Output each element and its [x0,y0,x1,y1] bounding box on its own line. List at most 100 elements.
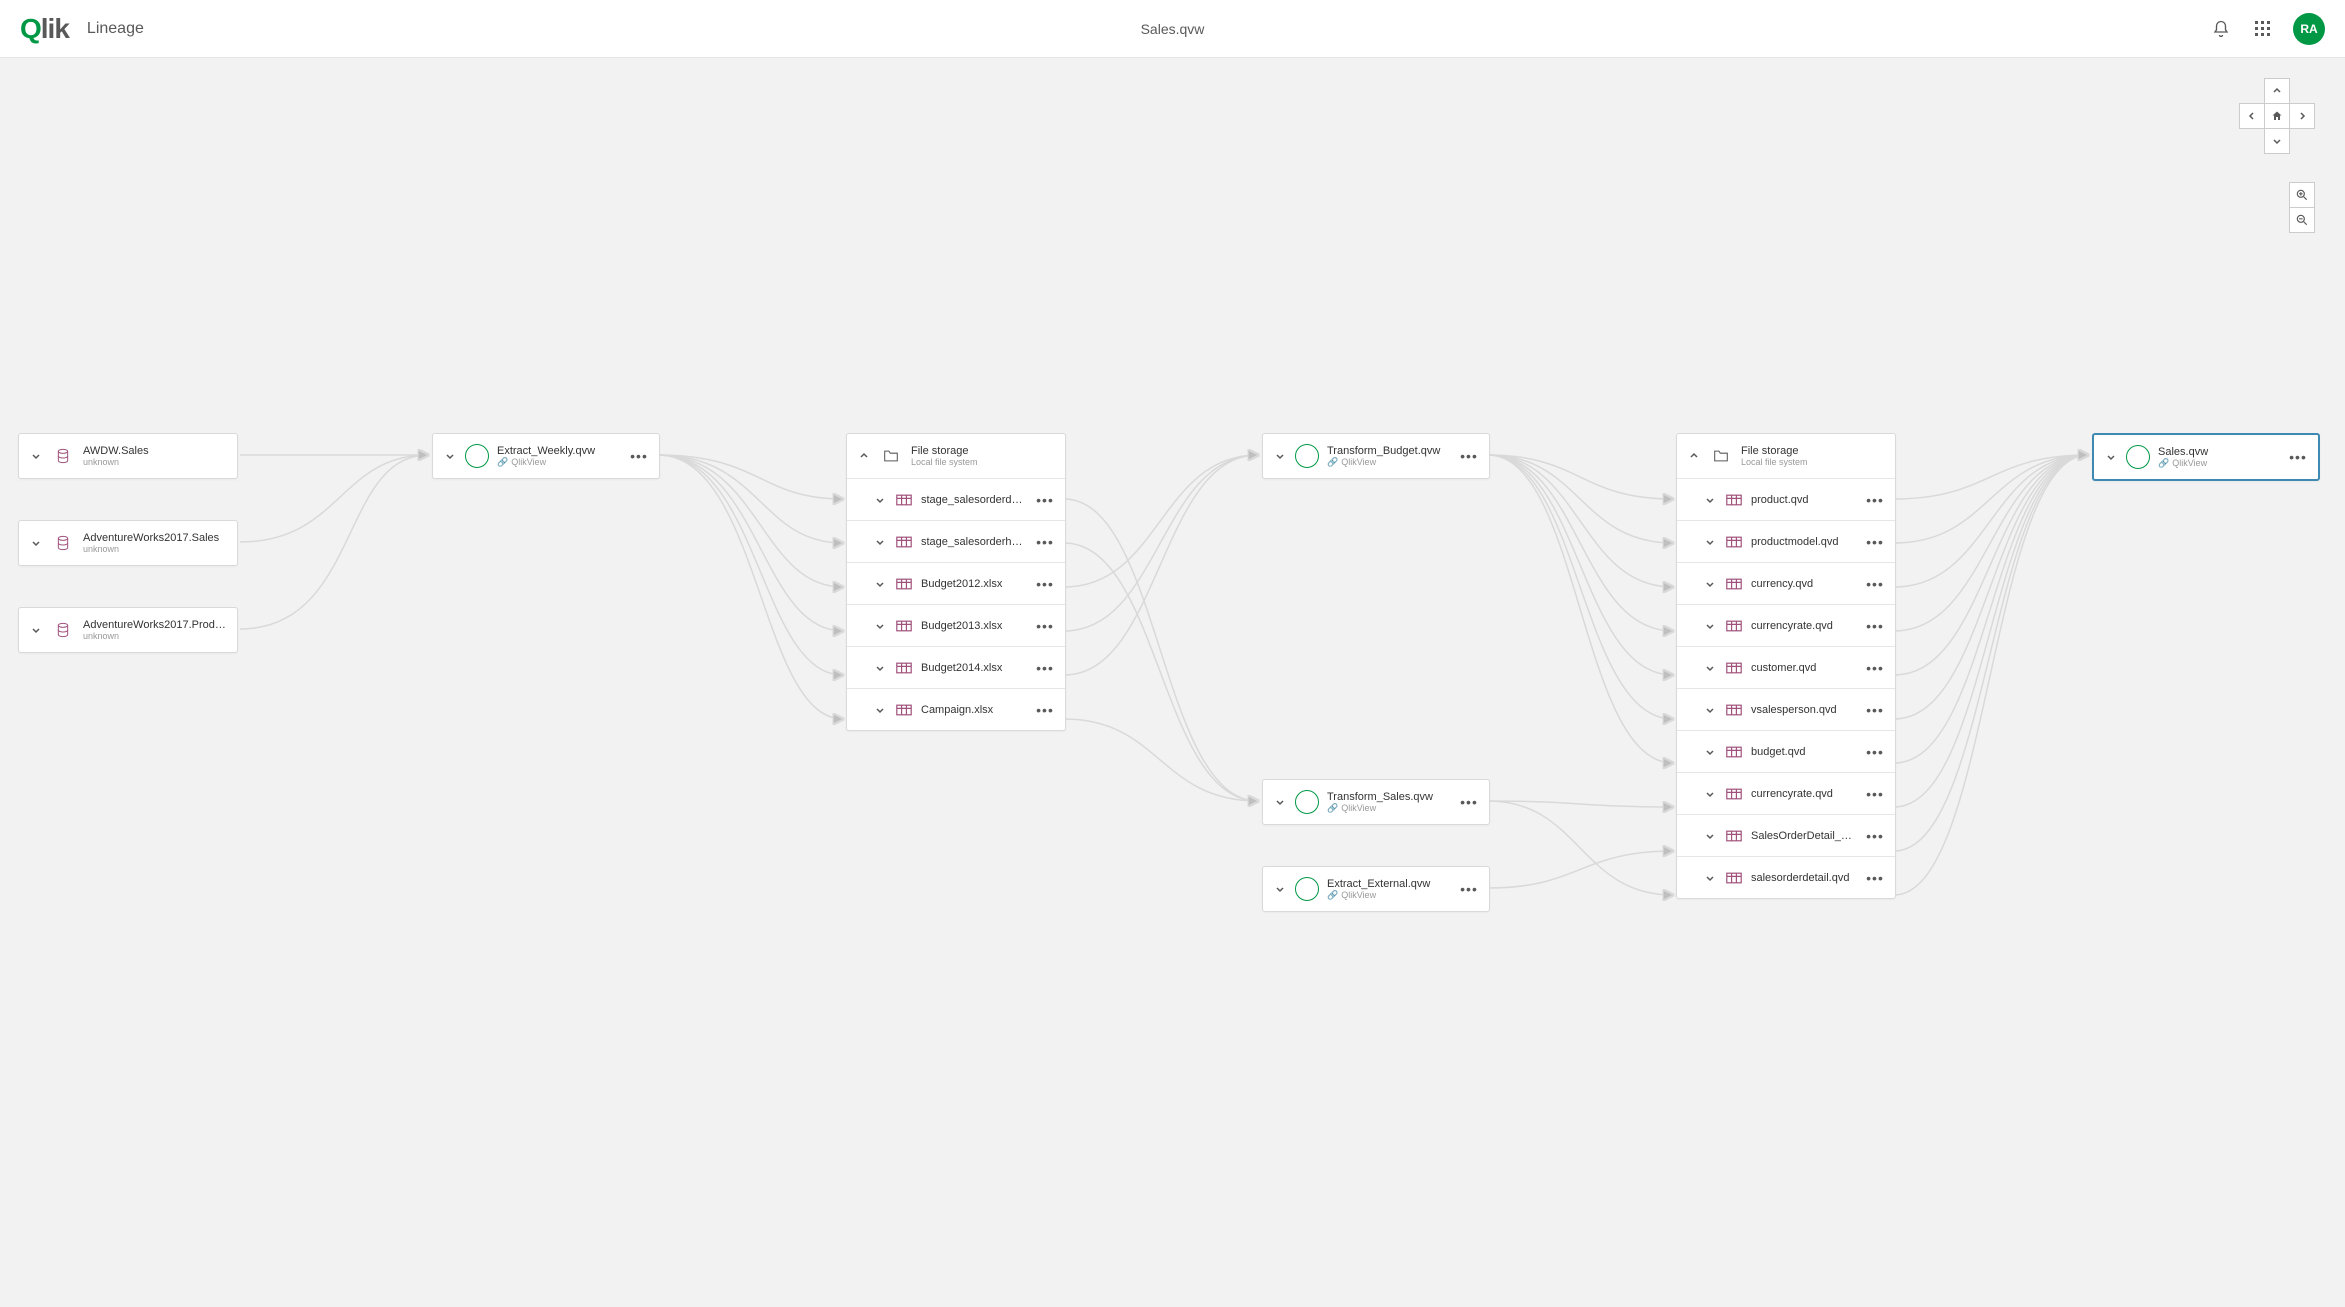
qlikview-app-icon [465,444,489,468]
nav-right-button[interactable] [2289,103,2315,129]
file-row[interactable]: currency.qvd••• [1677,562,1895,604]
table-icon [1725,619,1743,633]
file-row[interactable]: Campaign.xlsx••• [847,688,1065,730]
extract-node[interactable]: Extract_Weekly.qvw🔗QlikView ••• [432,433,660,479]
chevron-up-icon[interactable] [1687,449,1701,463]
more-button[interactable]: ••• [1035,660,1055,676]
chevron-down-icon[interactable] [873,577,887,591]
transform-node-0[interactable]: Transform_Budget.qvw🔗QlikView ••• [1262,433,1490,479]
file-row[interactable]: currencyrate.qvd••• [1677,772,1895,814]
file-name: vsalesperson.qvd [1751,704,1857,716]
user-avatar[interactable]: RA [2293,13,2325,45]
more-button[interactable]: ••• [1035,534,1055,550]
chevron-down-icon[interactable] [873,493,887,507]
chevron-down-icon[interactable] [29,536,43,550]
more-button[interactable]: ••• [1865,492,1885,508]
more-button[interactable]: ••• [1865,618,1885,634]
chevron-down-icon[interactable] [29,623,43,637]
more-button[interactable]: ••• [1865,576,1885,592]
chevron-down-icon[interactable] [2104,450,2118,464]
target-node[interactable]: Sales.qvw🔗QlikView ••• [2092,433,2320,481]
table-icon [895,661,913,675]
qlikview-app-icon [2126,445,2150,469]
chevron-down-icon[interactable] [873,535,887,549]
more-button[interactable]: ••• [1459,448,1479,464]
transform-node-2[interactable]: Extract_External.qvw🔗QlikView ••• [1262,866,1490,912]
nav-home-button[interactable] [2264,103,2290,129]
notifications-icon[interactable] [2209,17,2233,41]
connection-layer [0,58,2345,1307]
chevron-down-icon[interactable] [1703,745,1717,759]
chevron-down-icon[interactable] [1703,535,1717,549]
more-button[interactable]: ••• [1459,794,1479,810]
nav-up-button[interactable] [2264,78,2290,104]
chevron-down-icon[interactable] [1703,829,1717,843]
storage2-node[interactable]: File storageLocal file system product.qv… [1676,433,1896,899]
more-button[interactable]: ••• [1035,702,1055,718]
more-button[interactable]: ••• [1865,786,1885,802]
chevron-up-icon[interactable] [857,449,871,463]
more-button[interactable]: ••• [2288,449,2308,465]
lineage-canvas[interactable]: AWDW.Salesunknown AdventureWorks2017.Sal… [0,58,2345,1307]
chevron-down-icon[interactable] [1703,661,1717,675]
file-row[interactable]: Budget2014.xlsx••• [847,646,1065,688]
storage1-node[interactable]: File storageLocal file system stage_sale… [846,433,1066,731]
node-title: AWDW.Sales [83,445,227,457]
file-row[interactable]: salesorderdetail.qvd••• [1677,856,1895,898]
source-node-1[interactable]: AdventureWorks2017.Salesunknown [18,520,238,566]
more-button[interactable]: ••• [1865,744,1885,760]
chevron-down-icon[interactable] [1703,871,1717,885]
file-row[interactable]: stage_salesorderhead...••• [847,520,1065,562]
file-row[interactable]: product.qvd••• [1677,478,1895,520]
file-row[interactable]: productmodel.qvd••• [1677,520,1895,562]
chevron-down-icon[interactable] [29,449,43,463]
file-name: stage_salesorderdetail... [921,494,1027,506]
more-button[interactable]: ••• [1865,870,1885,886]
file-row[interactable]: Budget2012.xlsx••• [847,562,1065,604]
file-row[interactable]: customer.qvd ••• [1677,646,1895,688]
chevron-down-icon[interactable] [1273,882,1287,896]
more-button[interactable]: ••• [1865,828,1885,844]
link-icon: 🔗 [2158,458,2169,469]
zoom-in-button[interactable] [2289,182,2315,208]
chevron-down-icon[interactable] [1703,493,1717,507]
node-subtitle: 🔗QlikView [2158,458,2280,469]
more-button[interactable]: ••• [1459,881,1479,897]
source-node-2[interactable]: AdventureWorks2017.Produ...unknown [18,607,238,653]
chevron-down-icon[interactable] [873,703,887,717]
chevron-down-icon[interactable] [1703,577,1717,591]
more-button[interactable]: ••• [629,448,649,464]
file-row[interactable]: stage_salesorderdetail... ••• [847,478,1065,520]
chevron-down-icon[interactable] [1703,703,1717,717]
chevron-down-icon[interactable] [1703,787,1717,801]
node-subtitle: Local file system [1741,457,1885,467]
chevron-down-icon[interactable] [1273,449,1287,463]
file-row[interactable]: SalesOrderDetail_202... ••• [1677,814,1895,856]
chevron-down-icon[interactable] [873,661,887,675]
page-title: Lineage [87,20,144,38]
file-row[interactable]: Budget2013.xlsx••• [847,604,1065,646]
file-row[interactable]: budget.qvd••• [1677,730,1895,772]
more-button[interactable]: ••• [1865,534,1885,550]
chevron-down-icon[interactable] [1273,795,1287,809]
source-node-0[interactable]: AWDW.Salesunknown [18,433,238,479]
file-name: customer.qvd [1751,662,1857,674]
nav-down-button[interactable] [2264,128,2290,154]
file-name: SalesOrderDetail_202... [1751,830,1857,842]
more-button[interactable]: ••• [1035,576,1055,592]
nav-pad [2239,78,2315,154]
node-subtitle: 🔗QlikView [1327,890,1451,901]
transform-node-1[interactable]: Transform_Sales.qvw🔗QlikView ••• [1262,779,1490,825]
chevron-down-icon[interactable] [443,449,457,463]
more-button[interactable]: ••• [1035,618,1055,634]
more-button[interactable]: ••• [1865,660,1885,676]
file-row[interactable]: currencyrate.qvd••• [1677,604,1895,646]
nav-left-button[interactable] [2239,103,2265,129]
more-button[interactable]: ••• [1865,702,1885,718]
app-launcher-icon[interactable] [2251,17,2275,41]
zoom-out-button[interactable] [2289,207,2315,233]
more-button[interactable]: ••• [1035,492,1055,508]
chevron-down-icon[interactable] [1703,619,1717,633]
chevron-down-icon[interactable] [873,619,887,633]
file-row[interactable]: vsalesperson.qvd ••• [1677,688,1895,730]
